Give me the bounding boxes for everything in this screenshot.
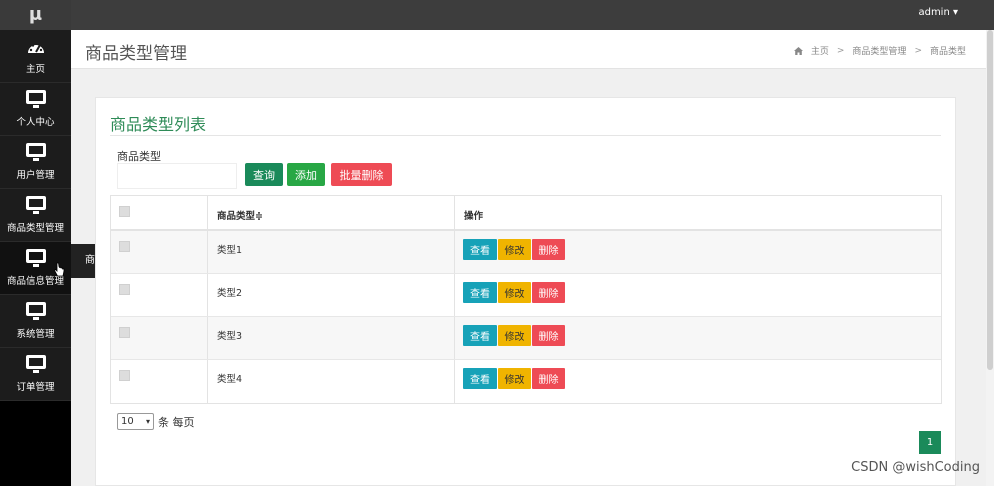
sidebar-item-label: 系统管理 [16,329,55,340]
monitor-icon [25,302,46,320]
page-title: 商品类型管理 [85,44,187,64]
row-checkbox[interactable] [119,284,130,295]
sidebar-item-orders[interactable]: 订单管理 [0,348,71,401]
home-icon [793,46,803,55]
watermark: CSDN @wishCoding [851,460,980,475]
monitor-icon [25,249,46,267]
scrollbar-thumb[interactable] [987,30,993,370]
batch-delete-button[interactable]: 批量删除 [331,163,392,186]
edit-button[interactable]: 修改 [498,368,531,389]
select-all-checkbox[interactable] [119,206,130,217]
page-header: 商品类型管理 主页 > 商品类型管理 > 商品类型 [71,30,986,69]
breadcrumb-separator: > [836,45,845,56]
breadcrumb: 主页 > 商品类型管理 > 商品类型 [793,44,966,57]
sidebar-item-product-types[interactable]: 商品类型管理 [0,189,71,242]
sidebar-item-label: 个人中心 [16,117,55,128]
view-button[interactable]: 查看 [463,282,497,303]
sidebar-item-label: 用户管理 [16,170,55,181]
edit-button[interactable]: 修改 [498,239,531,260]
data-table: 商品类型≑ 操作 类型1 查看 修改 删除 类型2 查看 修改 删除 类型3 查… [110,195,942,404]
query-button[interactable]: 查询 [245,163,283,186]
delete-button[interactable]: 删除 [532,325,565,346]
chevron-down-icon: ▾ [145,417,150,426]
sidebar-item-users[interactable]: 用户管理 [0,136,71,189]
type-name-cell: 类型3 [217,331,243,342]
divider [110,135,941,136]
sidebar-item-label: 订单管理 [16,382,55,393]
page-size-suffix: 条 每页 [158,415,195,429]
view-button[interactable]: 查看 [463,368,497,389]
page-size-control: 10 ▾ 条 每页 [117,413,195,430]
table-row: 类型4 查看 修改 删除 [111,360,941,403]
breadcrumb-home[interactable]: 主页 [811,44,829,57]
table-header-row: 商品类型≑ 操作 [111,196,941,231]
page-button-current[interactable]: 1 [919,431,941,454]
breadcrumb-current: 商品类型 [929,47,966,57]
table-row: 类型1 查看 修改 删除 [111,231,941,274]
breadcrumb-level1[interactable]: 商品类型管理 [852,44,906,57]
monitor-icon [25,196,46,214]
sidebar-item-label: 主页 [25,63,45,75]
view-button[interactable]: 查看 [463,239,497,260]
sidebar: μ 主页 个人中心 用户管理 商品类型管理 商品信息管理 系统管理 订单管理 [0,0,71,486]
page-size-select[interactable]: 10 ▾ [117,413,154,430]
column-header-actions: 操作 [464,211,484,222]
monitor-icon [25,355,46,373]
type-name-cell: 类型2 [217,288,243,299]
hand-cursor-icon [54,262,65,277]
sidebar-item-system[interactable]: 系统管理 [0,295,71,348]
user-menu[interactable]: admin ▾ [918,7,958,18]
sidebar-item-home[interactable]: 主页 [0,30,71,83]
page-size-value: 10 [121,416,134,427]
monitor-icon [25,90,46,108]
monitor-icon [25,143,46,161]
delete-button[interactable]: 删除 [532,239,565,260]
edit-button[interactable]: 修改 [498,325,531,346]
breadcrumb-separator: > [914,45,922,56]
list-panel: 商品类型列表 商品类型 查询 添加 批量删除 商品类型≑ 操作 类型1 查看 修… [95,97,956,486]
column-header-type[interactable]: 商品类型≑ [217,208,263,222]
filter-label: 商品类型 [117,150,161,163]
dashboard-icon [27,41,44,53]
logo: μ [0,0,71,30]
row-checkbox[interactable] [119,327,130,338]
view-button[interactable]: 查看 [463,325,497,346]
product-type-search-input[interactable] [117,163,237,189]
top-navbar: admin ▾ [71,0,994,30]
vertical-scrollbar[interactable] [986,30,994,486]
sidebar-item-label: 商品类型管理 [6,223,64,234]
edit-button[interactable]: 修改 [498,282,531,303]
delete-button[interactable]: 删除 [532,282,565,303]
row-checkbox[interactable] [119,241,130,252]
table-row: 类型3 查看 修改 删除 [111,317,941,360]
row-checkbox[interactable] [119,370,130,381]
type-name-cell: 类型1 [217,245,243,256]
panel-title: 商品类型列表 [110,115,207,134]
add-button[interactable]: 添加 [287,163,325,186]
sidebar-item-profile[interactable]: 个人中心 [0,83,71,136]
delete-button[interactable]: 删除 [532,368,565,389]
type-name-cell: 类型4 [217,374,243,385]
table-row: 类型2 查看 修改 删除 [111,274,941,317]
